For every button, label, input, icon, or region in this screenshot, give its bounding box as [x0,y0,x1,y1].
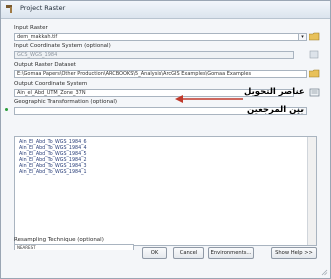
resampling-label: Resampling Technique (optional) [14,237,104,243]
resampling-field[interactable]: NEAREST [14,244,134,250]
ok-button[interactable]: OK [142,247,167,259]
annotation-arrow-icon [175,95,243,103]
coordinate-system-properties-icon[interactable] [309,88,320,97]
input-crs-label: Input Coordinate System (optional) [14,43,111,49]
input-raster-field[interactable]: dem_makkah.tif [14,33,307,41]
show-help-button[interactable]: Show Help >> [271,247,317,259]
list-item[interactable]: Ain_El_Abd_To_WGS_1984_1 [16,170,87,176]
title-bar[interactable]: Project Raster [1,1,330,19]
output-crs-label: Output Coordinate System [14,81,88,87]
input-raster-label: Input Raster [14,25,48,31]
transformation-items: Ain_El_Abd_To_WGS_1984_6 Ain_El_Abd_To_W… [16,140,87,176]
project-raster-dialog: Project Raster Input Raster dem_makkah.t… [0,0,331,279]
environments-button[interactable]: Environments... [208,247,254,259]
folder-open-icon[interactable] [309,32,320,41]
resize-grip-icon[interactable] [320,268,328,276]
folder-browse-icon[interactable] [309,69,320,78]
list-scrollbar[interactable] [307,137,316,245]
input-raster-dropdown[interactable]: ▾ [298,33,307,41]
transformation-list[interactable]: Ain_El_Abd_To_WGS_1984_6 Ain_El_Abd_To_W… [14,136,317,246]
output-raster-field[interactable]: E:\Gomaa Papers\Other Production\ARCBOOK… [14,70,307,78]
geo-transform-label: Geographic Transformation (optional) [14,99,118,105]
tool-hammer-icon [6,5,12,13]
window-title: Project Raster [20,4,66,12]
properties-icon [309,50,319,59]
output-raster-label: Output Raster Dataset [14,62,76,68]
cancel-button[interactable]: Cancel [173,247,204,259]
annotation-line1: عناصر التحويل [244,87,305,97]
required-marker-icon [5,108,8,111]
input-crs-field: GCS_WGS_1984 [14,51,294,59]
annotation-line2: بين المرجعين [247,105,304,115]
